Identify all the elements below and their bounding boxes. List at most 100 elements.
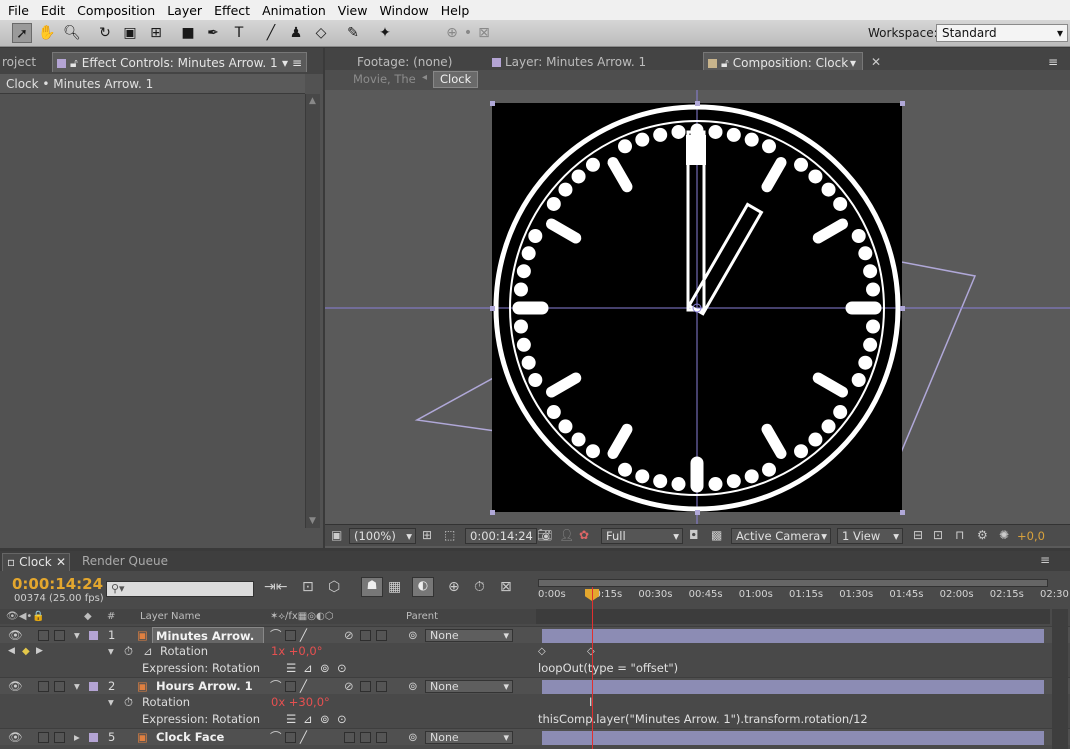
quality-switch-icon[interactable]: ╱ bbox=[300, 678, 307, 695]
view-axis-icon[interactable]: ⊠ bbox=[474, 23, 494, 43]
layer-row-minutes-arrow[interactable]: 👁 ▾ 1 ▣ Minutes Arrow. 1 ⌒ ╱ ⊘ ⊚ None▾ bbox=[0, 626, 1070, 663]
rotation-value[interactable]: 1x +0,0° bbox=[271, 643, 322, 660]
label-color-icon[interactable] bbox=[89, 631, 98, 640]
3d-layer-switch[interactable] bbox=[376, 630, 387, 641]
timeline-scrollbar[interactable] bbox=[1052, 609, 1068, 749]
adjustment-switch[interactable] bbox=[360, 732, 371, 743]
panel-menu-icon[interactable]: ≡ bbox=[292, 53, 302, 73]
view-layout-select[interactable]: 1 View ▾ bbox=[837, 528, 903, 544]
comp-mini-flowchart-icon[interactable]: ⇥⇤ bbox=[264, 579, 287, 595]
layer-duration-bar[interactable] bbox=[542, 629, 1044, 643]
toggle-pixel-aspect-icon[interactable]: ⊟ bbox=[913, 528, 923, 542]
keyframe-icon[interactable]: ◇ bbox=[538, 643, 546, 660]
property-row-rotation[interactable]: ◀ ◆ ▶ ▾ ⏱ ⊿ Rotation 1x +0,0° ◇ ◇ bbox=[0, 643, 1070, 660]
hide-shy-layers-icon[interactable]: ☗ bbox=[361, 577, 383, 597]
zoom-tool-icon[interactable]: 🔍︎ bbox=[62, 23, 82, 43]
exposure-value[interactable]: +0,0 bbox=[1017, 529, 1045, 543]
expression-pickwhip-icon[interactable]: ⊚ bbox=[320, 711, 330, 728]
region-of-interest-icon[interactable]: ⬚ bbox=[444, 528, 455, 542]
next-keyframe-icon[interactable]: ▶ bbox=[36, 643, 43, 660]
resolution-select[interactable]: Full ▾ bbox=[601, 528, 683, 544]
chevron-down-icon[interactable]: ▾ bbox=[282, 53, 288, 73]
draft-3d-icon[interactable]: ⬡ bbox=[328, 579, 340, 595]
expression-text[interactable]: thisComp.layer("Minutes Arrow. 1").trans… bbox=[538, 711, 868, 728]
3d-layer-switch[interactable] bbox=[376, 681, 387, 692]
menu-view[interactable]: View bbox=[332, 3, 374, 18]
snapshot-icon[interactable]: 📷︎ bbox=[537, 528, 552, 542]
clone-stamp-tool-icon[interactable]: ♟ bbox=[286, 23, 306, 43]
quality-switch-icon[interactable]: ╱ bbox=[300, 627, 307, 644]
lock-switch[interactable] bbox=[54, 681, 65, 692]
layer-duration-bar[interactable] bbox=[542, 731, 1044, 745]
scrollbar[interactable]: ▲ ▼ bbox=[305, 94, 320, 528]
close-icon[interactable]: ✕ bbox=[871, 52, 883, 72]
tab-clock[interactable]: ▫ Clock ✕ bbox=[2, 553, 70, 571]
prev-keyframe-icon[interactable]: ◀ bbox=[8, 643, 15, 660]
grid-icon[interactable]: ⊞ bbox=[422, 528, 432, 542]
layer-row-clock-face[interactable]: 👁 ▸ 5 ▣ Clock Face ⌒ ╱ ⊚ None ▾ bbox=[0, 728, 1070, 745]
adjustment-switch[interactable] bbox=[360, 681, 371, 692]
menu-animation[interactable]: Animation bbox=[256, 3, 332, 18]
expression-graph-icon[interactable]: ⊿ bbox=[303, 660, 313, 677]
tab-effect-controls[interactable]: 🔓︎ Effect Controls: Minutes Arrow. 1 ▾ ≡ bbox=[52, 52, 307, 72]
layer-row-hours-arrow[interactable]: 👁 ▾ 2 ▣ Hours Arrow. 1 ⌒ ╱ ⊘ ⊚ None ▾ bbox=[0, 677, 1070, 694]
eye-icon[interactable]: 👁 bbox=[8, 627, 23, 644]
expand-triangle-icon[interactable]: ▾ bbox=[74, 678, 80, 695]
motion-blur-switch[interactable] bbox=[344, 732, 355, 743]
expression-text[interactable]: loopOut(type = "offset") bbox=[538, 660, 678, 677]
shy-switch-icon[interactable]: ⌒ bbox=[270, 729, 282, 746]
stopwatch-icon[interactable]: ⏱ bbox=[124, 643, 133, 660]
motion-blur-switch-icon[interactable]: ⊘ bbox=[344, 627, 354, 644]
parent-select[interactable]: None ▾ bbox=[425, 629, 513, 642]
menu-help[interactable]: Help bbox=[435, 3, 476, 18]
fast-previews-icon[interactable]: ◘ bbox=[689, 528, 699, 542]
expression-enable-icon[interactable]: ☰ bbox=[286, 660, 296, 677]
workspace-select[interactable]: Standard ▾ bbox=[936, 24, 1068, 42]
collapse-switch[interactable] bbox=[285, 630, 296, 641]
camera-tool-icon[interactable]: ▣ bbox=[120, 23, 140, 43]
timeline-icon[interactable]: ⊓ bbox=[955, 528, 964, 542]
collapse-switch[interactable] bbox=[285, 681, 296, 692]
render-preview-icon[interactable]: ⊡ bbox=[933, 528, 943, 542]
live-update-icon[interactable]: ⊡ bbox=[302, 579, 314, 595]
property-row-rotation[interactable]: ▾ ⏱ Rotation 0x +30,0° I bbox=[0, 694, 1070, 711]
crumb-movie[interactable]: Movie, The bbox=[353, 72, 416, 86]
stopwatch-icon[interactable]: ⏱ bbox=[124, 694, 133, 711]
exposure-reset-icon[interactable]: ✺ bbox=[999, 528, 1009, 542]
lock-switch[interactable] bbox=[54, 732, 65, 743]
always-preview-icon[interactable]: ▣ bbox=[331, 528, 342, 542]
show-snapshot-icon[interactable]: 👤︎ bbox=[559, 528, 574, 542]
frame-blending-icon[interactable]: ▦ bbox=[388, 579, 401, 595]
search-input[interactable]: ⚲▾ bbox=[106, 581, 254, 597]
eye-icon[interactable]: 👁 bbox=[8, 729, 23, 746]
menu-composition[interactable]: Composition bbox=[71, 3, 161, 18]
menu-layer[interactable]: Layer bbox=[161, 3, 208, 18]
shy-switch-icon[interactable]: ⌒ bbox=[270, 678, 282, 695]
col-layer-name[interactable]: Layer Name bbox=[140, 609, 201, 624]
close-icon[interactable]: ✕ bbox=[56, 554, 66, 570]
layer-duration-bar[interactable] bbox=[542, 680, 1044, 694]
label-color-icon[interactable] bbox=[89, 733, 98, 742]
expression-graph-icon[interactable]: ⊿ bbox=[303, 711, 313, 728]
eye-icon[interactable]: 👁 bbox=[8, 678, 23, 695]
panel-menu-icon[interactable]: ≡ bbox=[1040, 553, 1050, 567]
quality-switch-icon[interactable]: ╱ bbox=[300, 729, 307, 746]
add-keyframe-icon[interactable]: ◆ bbox=[22, 643, 30, 660]
pickwhip-icon[interactable]: ⊚ bbox=[408, 678, 418, 695]
selection-tool-icon[interactable]: ➚ bbox=[12, 23, 32, 43]
motion-blur-switch-icon[interactable]: ⊘ bbox=[344, 678, 354, 695]
flowchart-icon[interactable]: ⚙ bbox=[977, 528, 988, 542]
menu-edit[interactable]: Edit bbox=[35, 3, 71, 18]
layer-name[interactable]: Clock Face bbox=[156, 729, 224, 746]
work-area-bar[interactable] bbox=[538, 579, 1048, 587]
hand-tool-icon[interactable]: ✋ bbox=[37, 23, 57, 43]
solo-switch[interactable] bbox=[38, 732, 49, 743]
pickwhip-icon[interactable]: ⊚ bbox=[408, 627, 418, 644]
magnification-select[interactable]: (100%) ▾ bbox=[349, 528, 416, 544]
expand-triangle-icon[interactable]: ▾ bbox=[108, 643, 114, 660]
rectangle-tool-icon[interactable]: ■ bbox=[178, 23, 198, 43]
tab-project[interactable]: roject bbox=[0, 52, 42, 72]
auto-keyframe-icon[interactable]: ⏱ bbox=[474, 579, 485, 595]
menu-file[interactable]: File bbox=[2, 3, 35, 18]
current-time-display[interactable]: 0:00:14:24 bbox=[12, 575, 103, 593]
